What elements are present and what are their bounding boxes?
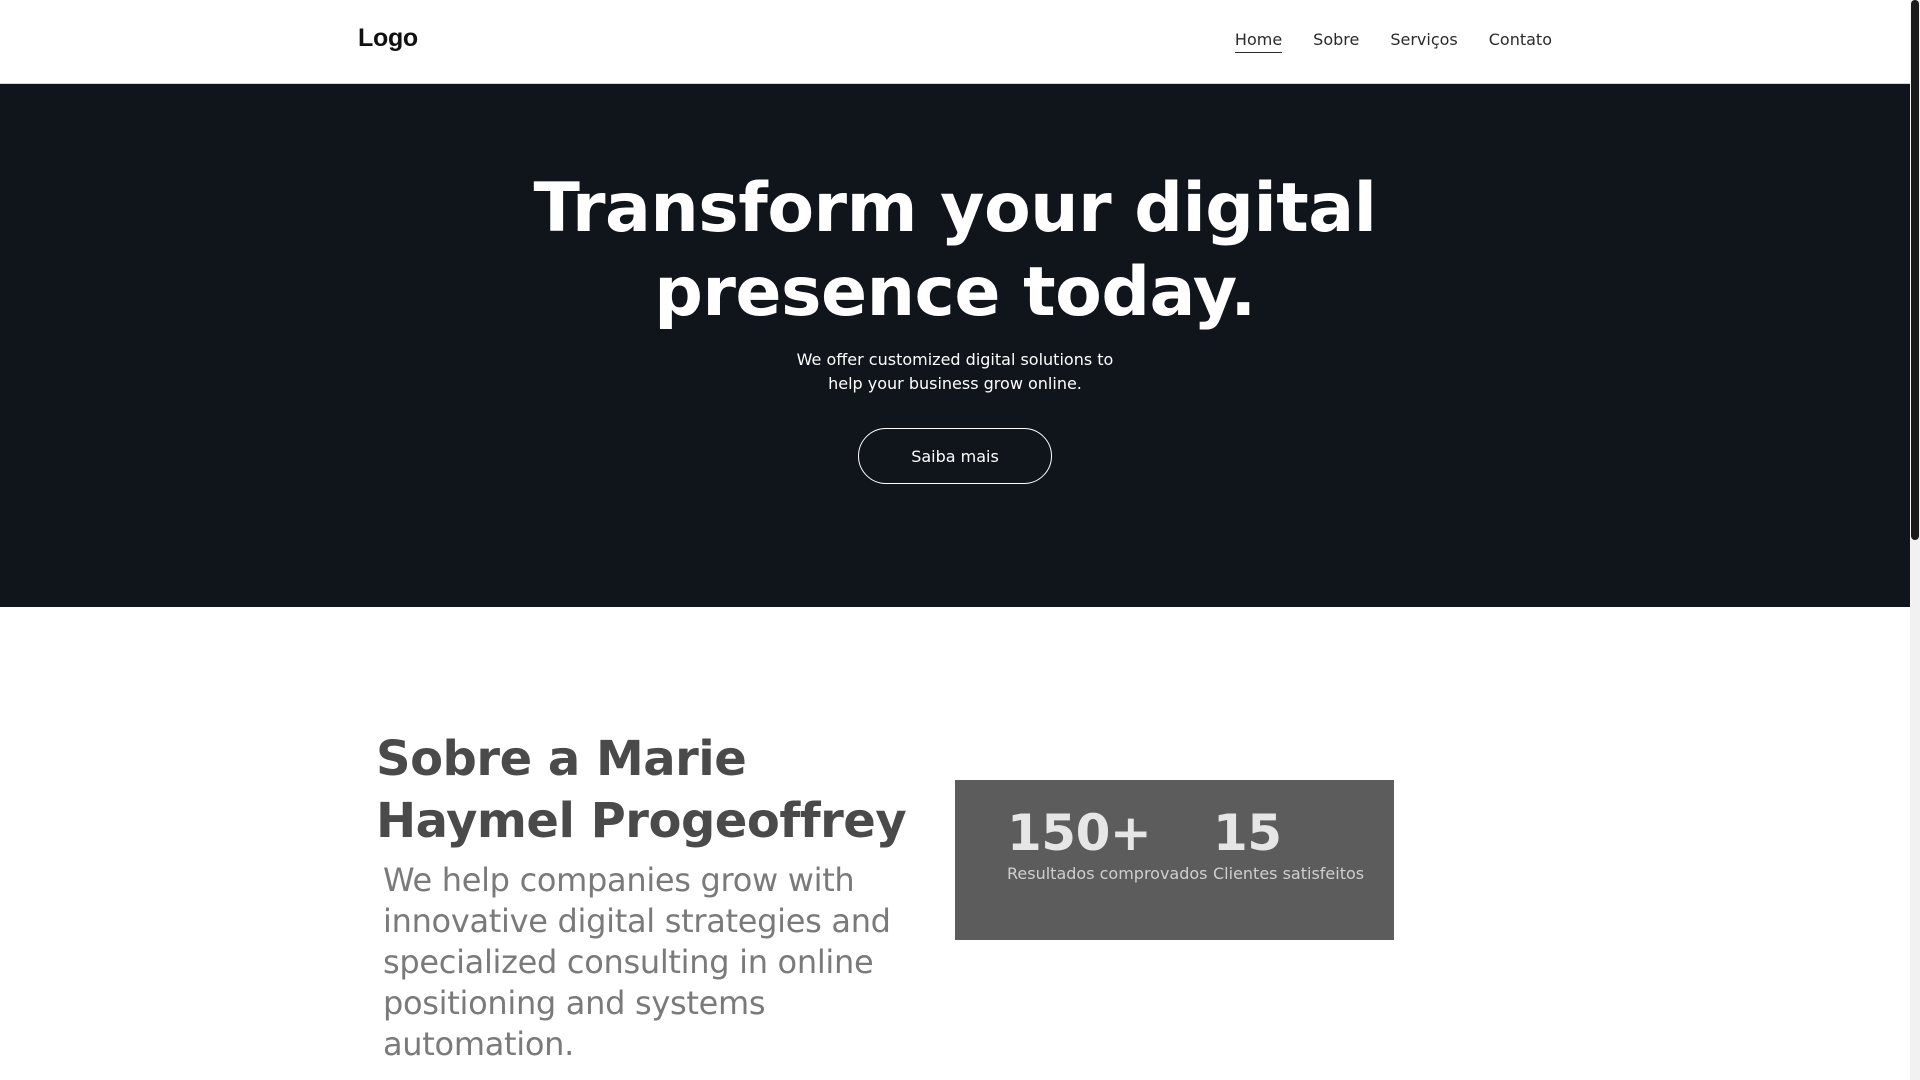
hero-title-line: Transform your digital xyxy=(533,169,1377,248)
stat-clients: 15 Clientes satisfeitos xyxy=(1213,804,1364,883)
nav-link-contato[interactable]: Contato xyxy=(1489,30,1552,53)
about-description: We help companies grow with innovative d… xyxy=(383,860,903,1065)
about-title: Sobre a Marie Haymel Progeoffrey xyxy=(376,728,907,852)
nav-link-servicos[interactable]: Serviços xyxy=(1390,30,1457,53)
stat-label: Resultados comprovados xyxy=(1007,864,1208,883)
page-scrollbar[interactable] xyxy=(1910,0,1920,1080)
nav-link-sobre[interactable]: Sobre xyxy=(1313,30,1359,53)
about-text-line: innovative digital strategies and xyxy=(383,902,891,940)
stat-value: 15 xyxy=(1213,804,1282,862)
about-text-line: positioning and systems xyxy=(383,984,766,1022)
stat-label: Clientes satisfeitos xyxy=(1213,864,1365,883)
about-text-line: automation. xyxy=(383,1025,574,1063)
stats-card: 150+ Resultados comprovados 15 Clientes … xyxy=(955,780,1394,940)
hero-subtitle: We offer customized digital solutions to… xyxy=(0,348,1910,396)
hero-section: Transform your digital presence today. W… xyxy=(0,84,1910,607)
hero-title: Transform your digital presence today. xyxy=(0,167,1910,335)
page: Logo Home Sobre Serviços Contato Transfo… xyxy=(0,0,1910,1080)
scrollbar-thumb[interactable] xyxy=(1911,0,1919,540)
stat-value: 150+ xyxy=(1007,804,1152,862)
hero-subtitle-line: We offer customized digital solutions to xyxy=(796,350,1114,369)
about-title-line: Sobre a Marie xyxy=(376,731,747,787)
about-text-line: specialized consulting in online xyxy=(383,943,874,981)
main-nav: Home Sobre Serviços Contato xyxy=(1234,30,1552,53)
site-header: Logo Home Sobre Serviços Contato xyxy=(0,0,1910,84)
nav-link-home[interactable]: Home xyxy=(1234,30,1283,53)
stat-results: 150+ Resultados comprovados xyxy=(1007,804,1208,883)
hero-title-line: presence today. xyxy=(654,253,1256,332)
about-text-line: We help companies grow with xyxy=(383,861,855,899)
about-title-line: Haymel Progeoffrey xyxy=(376,793,907,849)
logo[interactable]: Logo xyxy=(358,24,418,53)
hero-subtitle-line: help your business grow online. xyxy=(828,374,1082,393)
saiba-mais-button[interactable]: Saiba mais xyxy=(858,428,1052,484)
